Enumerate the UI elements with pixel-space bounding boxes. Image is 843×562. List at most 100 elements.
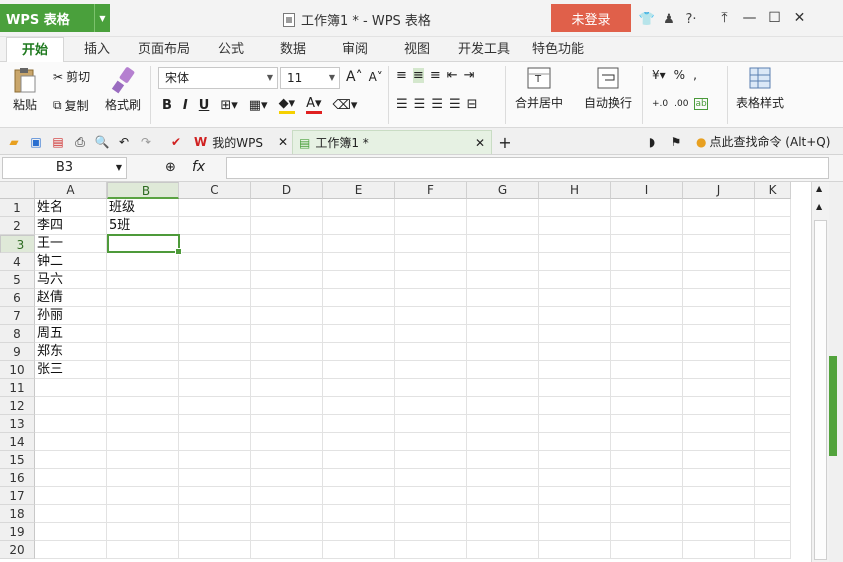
cell-b6[interactable] (107, 289, 179, 307)
cell-h3[interactable] (539, 235, 611, 253)
undo-icon[interactable]: ↶ (116, 134, 132, 150)
cell-f10[interactable] (395, 361, 467, 379)
cell-h17[interactable] (539, 487, 611, 505)
cell-a2[interactable]: 李四 (35, 217, 107, 235)
cell-b17[interactable] (107, 487, 179, 505)
scroll-up-icon[interactable]: ▲ (816, 202, 822, 211)
cell-k13[interactable] (755, 415, 791, 433)
cell-k17[interactable] (755, 487, 791, 505)
cell-d18[interactable] (251, 505, 323, 523)
cell-j16[interactable] (683, 469, 755, 487)
cell-h13[interactable] (539, 415, 611, 433)
cell-e5[interactable] (323, 271, 395, 289)
cell-j17[interactable] (683, 487, 755, 505)
cell-g11[interactable] (467, 379, 539, 397)
cell-e13[interactable] (323, 415, 395, 433)
cell-b5[interactable] (107, 271, 179, 289)
cell-k1[interactable] (755, 199, 791, 217)
cell-k10[interactable] (755, 361, 791, 379)
row-header-17[interactable]: 17 (0, 487, 35, 505)
comma-icon[interactable]: , (693, 68, 697, 82)
cell-j1[interactable] (683, 199, 755, 217)
currency-icon[interactable]: ¥▾ (652, 68, 666, 82)
cell-k20[interactable] (755, 541, 791, 559)
decrease-decimal-icon[interactable]: .00 (674, 99, 688, 109)
cell-k8[interactable] (755, 325, 791, 343)
row-header-19[interactable]: 19 (0, 523, 35, 541)
cell-i19[interactable] (611, 523, 683, 541)
select-all-corner[interactable] (0, 182, 35, 199)
increase-font-icon[interactable]: A˄ (346, 69, 363, 85)
column-header-b[interactable]: B (107, 182, 179, 199)
zoom-search-icon[interactable]: ⊕ (165, 160, 176, 175)
cell-i16[interactable] (611, 469, 683, 487)
cell-e19[interactable] (323, 523, 395, 541)
column-header-c[interactable]: C (179, 182, 251, 199)
cell-g8[interactable] (467, 325, 539, 343)
cell-b4[interactable] (107, 253, 179, 271)
cell-a6[interactable]: 赵倩 (35, 289, 107, 307)
cell-j3[interactable] (683, 235, 755, 253)
cell-e8[interactable] (323, 325, 395, 343)
cell-g15[interactable] (467, 451, 539, 469)
active-cell-cursor[interactable] (107, 234, 182, 255)
cell-d8[interactable] (251, 325, 323, 343)
cell-f6[interactable] (395, 289, 467, 307)
minimize-icon[interactable]: — (737, 7, 762, 29)
scroll-thumb[interactable] (814, 220, 827, 560)
cell-c3[interactable] (179, 235, 251, 253)
cell-i13[interactable] (611, 415, 683, 433)
row-header-16[interactable]: 16 (0, 469, 35, 487)
percent-icon[interactable]: % (674, 68, 685, 82)
cell-c20[interactable] (179, 541, 251, 559)
new-tab-icon[interactable]: + (497, 133, 513, 152)
cell-h4[interactable] (539, 253, 611, 271)
increase-decimal-icon[interactable]: +.0 (652, 99, 668, 109)
cell-f9[interactable] (395, 343, 467, 361)
cell-d19[interactable] (251, 523, 323, 541)
cell-e17[interactable] (323, 487, 395, 505)
cell-i3[interactable] (611, 235, 683, 253)
cell-e11[interactable] (323, 379, 395, 397)
cell-k7[interactable] (755, 307, 791, 325)
cell-c14[interactable] (179, 433, 251, 451)
cell-f4[interactable] (395, 253, 467, 271)
cell-c19[interactable] (179, 523, 251, 541)
border-icon[interactable]: ⊞▾ (220, 98, 237, 113)
cell-c9[interactable] (179, 343, 251, 361)
cell-g20[interactable] (467, 541, 539, 559)
row-header-14[interactable]: 14 (0, 433, 35, 451)
cell-d3[interactable] (251, 235, 323, 253)
cell-b7[interactable] (107, 307, 179, 325)
cell-f5[interactable] (395, 271, 467, 289)
cell-k18[interactable] (755, 505, 791, 523)
cell-a20[interactable] (35, 541, 107, 559)
cell-j14[interactable] (683, 433, 755, 451)
cell-k11[interactable] (755, 379, 791, 397)
cell-a16[interactable] (35, 469, 107, 487)
cell-i2[interactable] (611, 217, 683, 235)
cell-k3[interactable] (755, 235, 791, 253)
wrap-text-button[interactable]: 自动换行 (584, 66, 632, 111)
column-header-i[interactable]: I (611, 182, 683, 199)
customize-icon[interactable]: ✔ (168, 134, 184, 150)
cell-e3[interactable] (323, 235, 395, 253)
clear-format-icon[interactable]: ⌫▾ (333, 98, 358, 113)
cell-b11[interactable] (107, 379, 179, 397)
print-preview-icon[interactable]: 🔍 (94, 134, 110, 150)
redo-icon[interactable]: ↷ (138, 134, 154, 150)
cell-e10[interactable] (323, 361, 395, 379)
print-icon[interactable]: ⎙ (72, 134, 88, 150)
cell-h14[interactable] (539, 433, 611, 451)
font-name-select[interactable]: 宋体 ▼ (158, 67, 278, 89)
cell-h5[interactable] (539, 271, 611, 289)
cell-d15[interactable] (251, 451, 323, 469)
cell-b18[interactable] (107, 505, 179, 523)
cell-a19[interactable] (35, 523, 107, 541)
cell-i7[interactable] (611, 307, 683, 325)
cell-h8[interactable] (539, 325, 611, 343)
cell-k15[interactable] (755, 451, 791, 469)
cell-a17[interactable] (35, 487, 107, 505)
cell-f17[interactable] (395, 487, 467, 505)
decrease-font-icon[interactable]: A˅ (369, 70, 383, 84)
